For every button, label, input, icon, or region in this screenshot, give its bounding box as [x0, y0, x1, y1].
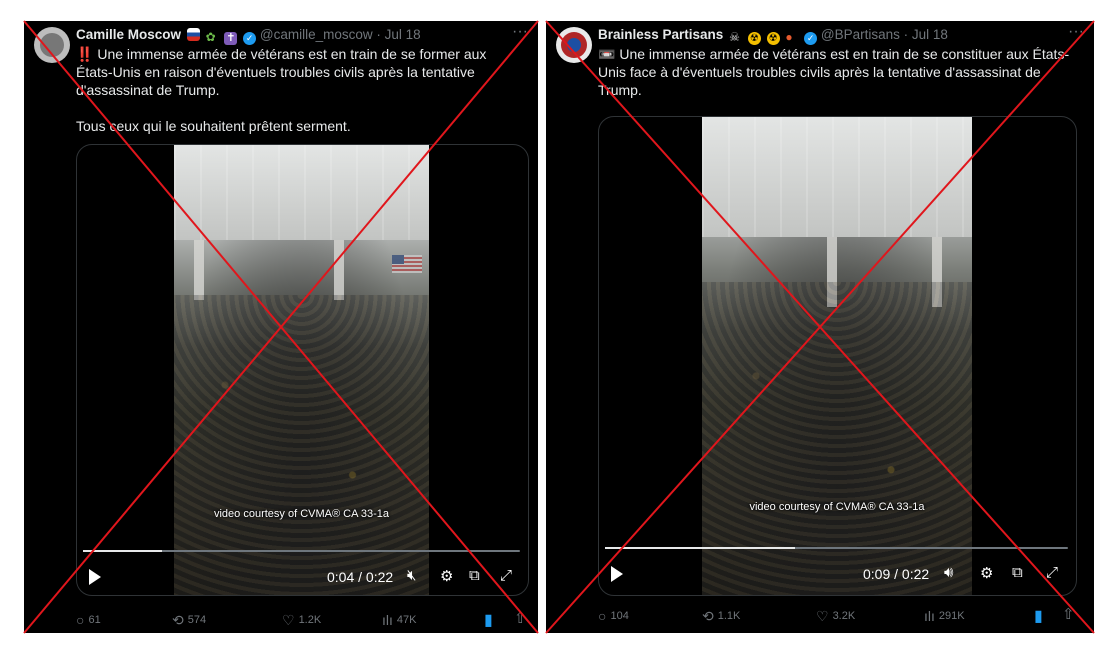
tweet-actions: ○ 104 ⟲ 1.1K ♡ 3.2K ılı 291K ▮ ⇧ [546, 605, 1094, 628]
handle-date[interactable]: @BPartisans · Jul 18 [821, 27, 948, 42]
like-button[interactable]: ♡ 3.2K [816, 608, 855, 625]
like-count: 3.2K [832, 610, 856, 622]
tweet-header: Brainless Partisans ☠ ☢ ☢ ● ✓ @BPartisan… [598, 27, 948, 45]
like-count: 1.2K [298, 614, 322, 626]
fullscreen-icon[interactable]: ⤢ [1046, 564, 1058, 581]
repost-button[interactable]: ⟲ 1.1K [702, 608, 740, 625]
alert-icon: ‼️ [76, 46, 94, 62]
reply-button[interactable]: ○ 61 [76, 612, 101, 628]
views-count: 291K [938, 610, 965, 622]
tweet-header: Camille Moscow ✿ ✝ ✓ @camille_moscow · J… [76, 27, 421, 45]
tweet-card: Brainless Partisans ☠ ☢ ☢ ● ✓ @BPartisan… [546, 21, 1094, 633]
plant-icon: ✿ [205, 30, 216, 44]
verified-icon: ✓ [804, 32, 818, 45]
like-button[interactable]: ♡ 1.2K [282, 612, 321, 629]
video-controls: 0:09 / 0:22 🔊︎ ⚙︎ ⧉ ⤢ [599, 563, 1076, 585]
repost-count: 1.1K [717, 610, 741, 622]
more-icon[interactable]: ··· [512, 23, 528, 41]
radioactive-icon: ☢ [747, 32, 761, 45]
avatar[interactable] [556, 27, 592, 63]
settings-icon[interactable]: ⚙︎ [440, 567, 453, 585]
pip-icon[interactable]: ⧉ [469, 567, 480, 584]
verified-icon: ✓ [243, 32, 257, 45]
video-controls: 0:04 / 0:22 🔇︎ ⚙︎ ⧉ ⤢ [77, 566, 528, 588]
settings-icon[interactable]: ⚙︎ [980, 564, 993, 582]
views-count: 47K [396, 614, 417, 626]
video-progress-bar[interactable] [605, 547, 1068, 549]
video-frame[interactable]: video courtesy of CVMA® CA 33-1a [702, 117, 972, 595]
pip-icon[interactable]: ⧉ [1012, 564, 1023, 581]
reply-count: 61 [88, 614, 101, 626]
heart-icon: ♡ [816, 608, 829, 624]
play-icon[interactable] [611, 566, 623, 582]
bookmark-icon[interactable]: ▮ [484, 610, 493, 630]
video-cassette-icon: 📼 [598, 46, 616, 62]
cross-icon: ✝ [224, 32, 238, 45]
repost-icon: ⟲ [172, 612, 184, 628]
reply-count: 104 [610, 610, 629, 622]
video-time: 0:09 / 0:22 [863, 566, 930, 582]
tweet-text: 📼 Une immense armée de vétérans est en t… [598, 45, 1080, 99]
video-caption: video courtesy of CVMA® CA 33-1a [213, 508, 390, 520]
video-progress-fill [605, 547, 795, 549]
heart-icon: ♡ [282, 612, 295, 628]
views-icon: ılı [924, 608, 935, 624]
views-button[interactable]: ılı 291K [924, 608, 965, 624]
video-progress-bar[interactable] [83, 550, 520, 552]
repost-icon: ⟲ [702, 608, 714, 624]
views-icon: ılı [382, 612, 393, 628]
display-name[interactable]: Camille Moscow [76, 27, 181, 42]
volume-icon[interactable]: 🔊︎ [944, 564, 953, 581]
tweet-text: ‼️ Une immense armée de vétérans est en … [76, 45, 526, 135]
tweet-card: Camille Moscow ✿ ✝ ✓ @camille_moscow · J… [24, 21, 538, 633]
more-icon[interactable]: ··· [1068, 23, 1084, 41]
share-icon[interactable]: ⇧ [514, 609, 527, 627]
reply-button[interactable]: ○ 104 [598, 608, 629, 624]
avatar[interactable] [34, 27, 70, 63]
display-name[interactable]: Brainless Partisans [598, 27, 723, 42]
muted-icon[interactable]: 🔇︎ [407, 567, 416, 584]
video-player[interactable]: video courtesy of CVMA® CA 33-1a 0:04 / … [76, 144, 529, 596]
video-time: 0:04 / 0:22 [327, 569, 394, 585]
bomb-icon: ● [785, 30, 793, 44]
repost-button[interactable]: ⟲ 574 [172, 612, 206, 629]
tweet-text-body: Une immense armée de vétérans est en tra… [76, 46, 487, 134]
fullscreen-icon[interactable]: ⤢ [500, 567, 512, 584]
reply-icon: ○ [76, 612, 85, 628]
video-player[interactable]: video courtesy of CVMA® CA 33-1a 0:09 / … [598, 116, 1077, 596]
share-icon[interactable]: ⇧ [1062, 605, 1075, 623]
handle-date[interactable]: @camille_moscow · Jul 18 [260, 27, 421, 42]
tweet-actions: ○ 61 ⟲ 574 ♡ 1.2K ılı 47K ▮ ⇧ [24, 609, 538, 632]
views-button[interactable]: ılı 47K [382, 612, 416, 628]
flag-image [392, 255, 422, 273]
pirate-flag-icon: ☠ [729, 30, 740, 44]
video-caption: video courtesy of CVMA® CA 33-1a [749, 501, 925, 513]
video-frame[interactable]: video courtesy of CVMA® CA 33-1a [174, 145, 429, 595]
repost-count: 574 [187, 614, 207, 626]
tweet-text-body: Une immense armée de vétérans est en tra… [598, 46, 1070, 98]
radioactive-icon: ☢ [766, 32, 780, 45]
video-progress-fill [83, 550, 162, 552]
reply-icon: ○ [598, 608, 607, 624]
bookmark-icon[interactable]: ▮ [1034, 606, 1043, 626]
flag-russia-icon [186, 28, 200, 41]
play-icon[interactable] [89, 569, 101, 585]
